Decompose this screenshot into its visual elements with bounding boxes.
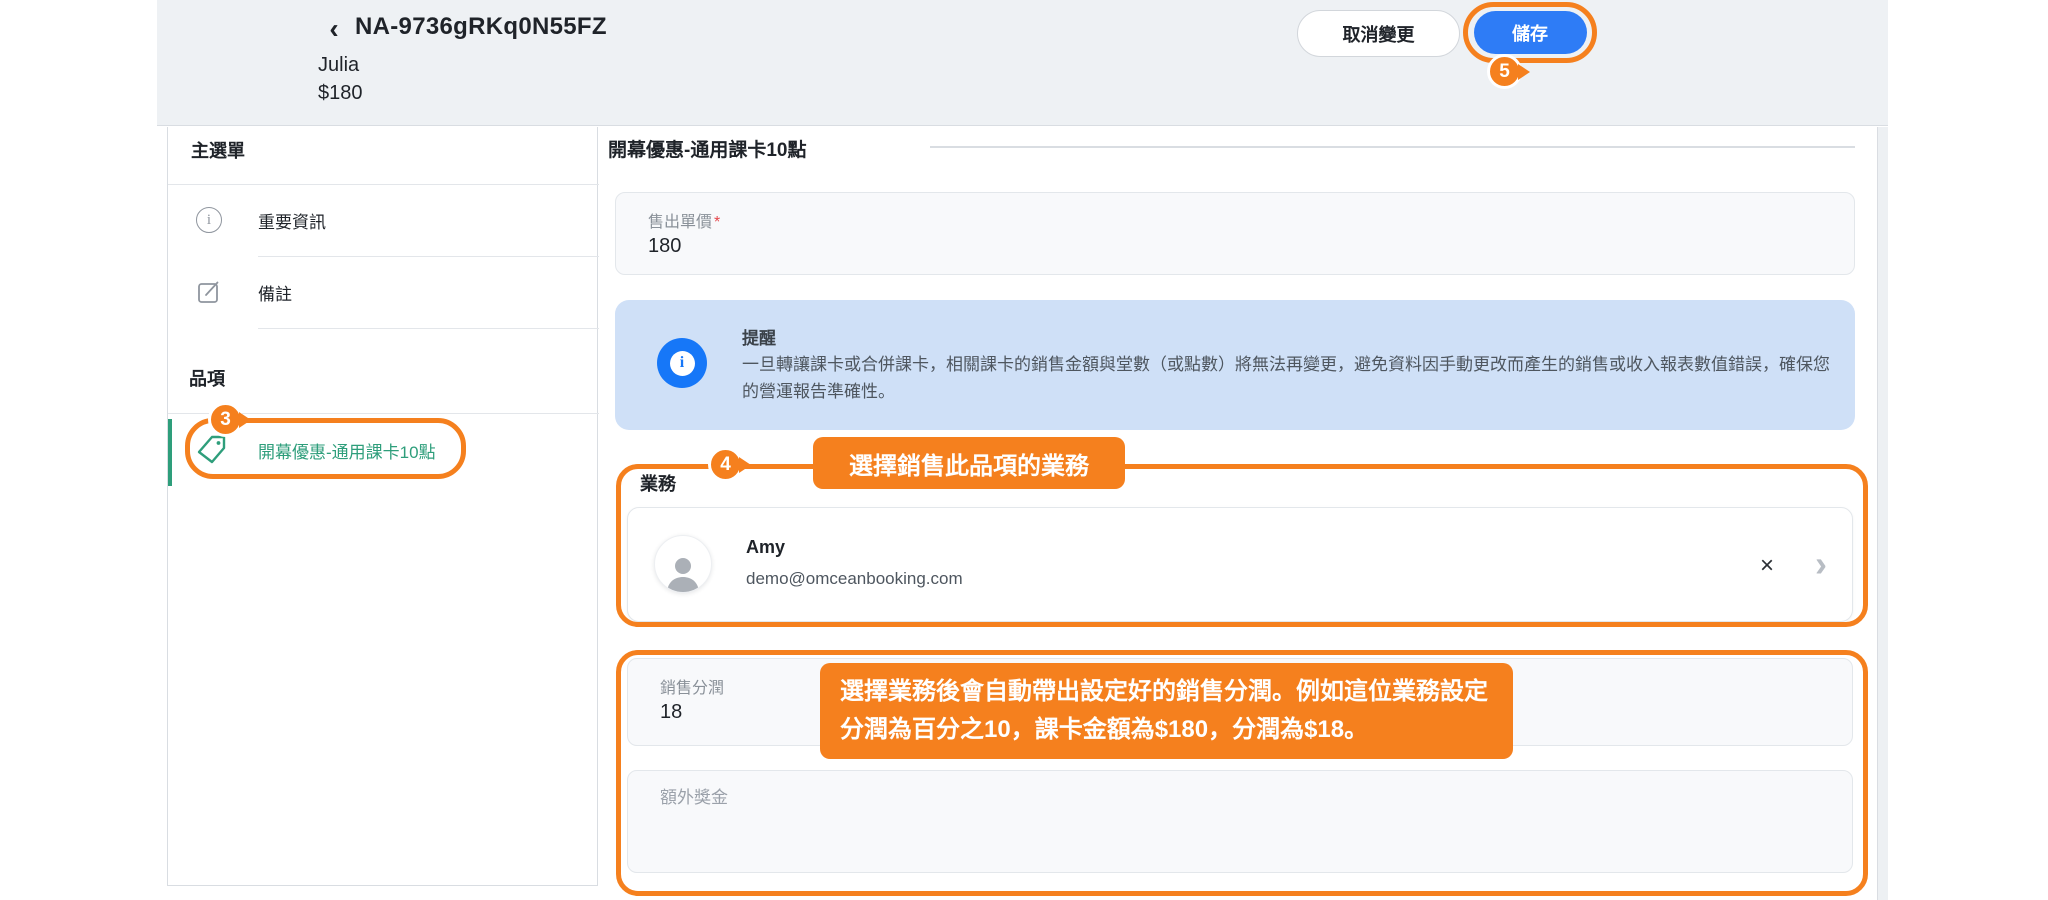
- avatar: [654, 535, 712, 593]
- save-button[interactable]: 儲存: [1474, 11, 1587, 54]
- commission-value: 18: [660, 701, 682, 724]
- sidebar-item-label: 開幕優惠-通用課卡10點: [258, 413, 436, 487]
- salesperson-name: Amy: [746, 537, 785, 558]
- sidebar-item-label: 重要資訊: [258, 184, 326, 256]
- bonus-field[interactable]: [627, 770, 1853, 873]
- notice-body: 一旦轉讓課卡或合併課卡，相關課卡的銷售金額與堂數（或點數）將無法再變更，避免資料…: [742, 351, 1834, 405]
- sidebar-item-label: 備註: [258, 256, 292, 328]
- sidebar-item-important-info[interactable]: i 重要資訊: [168, 184, 599, 256]
- unit-price-value: 180: [648, 235, 681, 258]
- divider: [258, 328, 599, 329]
- annotation-badge-4: 4: [708, 447, 743, 482]
- section-title: 開幕優惠-通用課卡10點: [608, 135, 806, 162]
- bonus-input[interactable]: [658, 787, 1802, 809]
- salesperson-section-label: 業務: [640, 470, 676, 496]
- notice-title: 提醒: [742, 324, 776, 349]
- salesperson-card[interactable]: Amy demo@omceanbooking.com × ›: [627, 507, 1853, 622]
- section-title-divider: [930, 146, 1855, 148]
- note-icon: [196, 279, 222, 310]
- remove-salesperson-icon[interactable]: ×: [1750, 549, 1784, 583]
- annotation-badge-3: 3: [208, 402, 243, 437]
- salesperson-email: demo@omceanbooking.com: [746, 569, 963, 589]
- sidebar-items-section-title: 品項: [189, 365, 225, 391]
- scrollbar-track[interactable]: [1877, 127, 1888, 900]
- sidebar-item-notes[interactable]: 備註: [168, 256, 599, 328]
- cancel-changes-button[interactable]: 取消變更: [1297, 10, 1460, 57]
- header-subtitle: Julia: [318, 54, 359, 77]
- annotation-callout-commission: 選擇業務後會自動帶出設定好的銷售分潤。例如這位業務設定分潤為百分之10，課卡金額…: [820, 663, 1513, 759]
- annotation-ring-save: 儲存: [1463, 2, 1597, 63]
- annotation-badge-5: 5: [1487, 54, 1522, 89]
- info-icon: i: [196, 207, 222, 233]
- sidebar-main-menu-title: 主選單: [191, 137, 245, 163]
- chevron-right-icon[interactable]: ›: [1804, 544, 1838, 584]
- sidebar: 主選單 i 重要資訊 備註 品項: [167, 127, 598, 886]
- back-icon[interactable]: ‹: [317, 12, 351, 46]
- selected-indicator-bar: [168, 419, 172, 486]
- header: ‹ NA-9736gRKq0N55FZ Julia $180 取消變更 儲存: [157, 0, 1888, 126]
- annotation-label-4: 選擇銷售此品項的業務: [813, 437, 1125, 489]
- tag-icon: [195, 432, 229, 471]
- required-asterisk: *: [714, 214, 720, 231]
- page-title: NA-9736gRKq0N55FZ: [355, 13, 607, 41]
- header-price: $180: [318, 82, 363, 105]
- info-circle-icon: i: [657, 338, 707, 388]
- unit-price-label: 售出單價*: [648, 208, 720, 232]
- commission-label: 銷售分潤: [660, 674, 724, 698]
- unit-price-field[interactable]: 售出單價* 180: [615, 192, 1855, 275]
- notice-banner: i 提醒 一旦轉讓課卡或合併課卡，相關課卡的銷售金額與堂數（或點數）將無法再變更…: [615, 300, 1855, 430]
- screen: ‹ NA-9736gRKq0N55FZ Julia $180 取消變更 儲存 5…: [0, 0, 2048, 900]
